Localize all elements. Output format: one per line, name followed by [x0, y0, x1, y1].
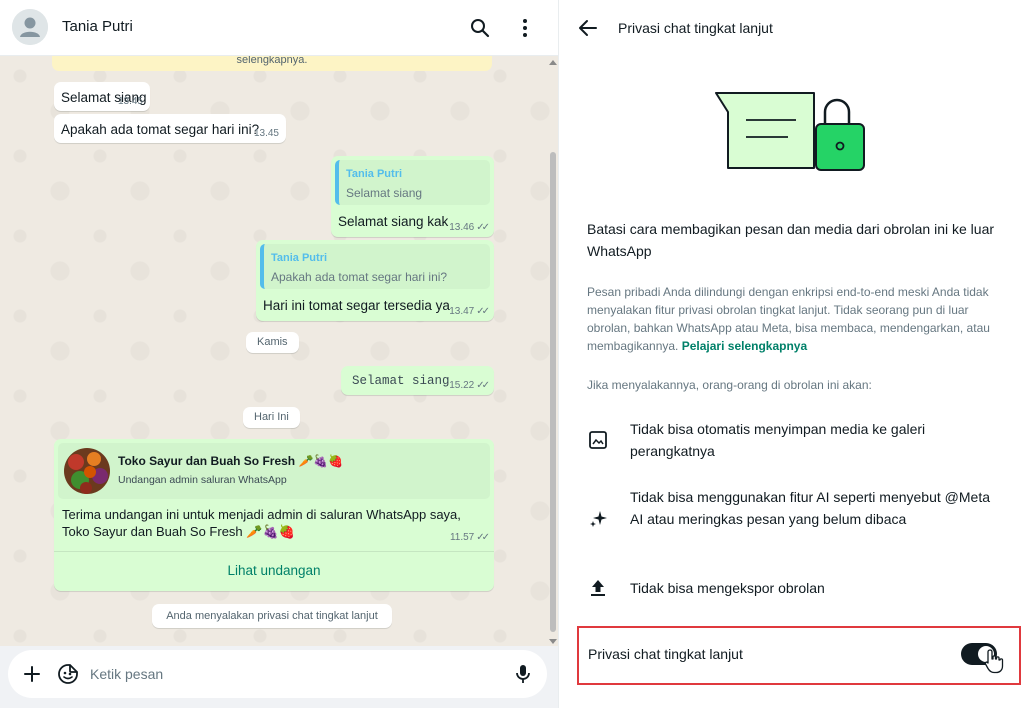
- scroll-down-arrow-icon[interactable]: [549, 639, 557, 644]
- message-meta: 15.22 ✓✓: [449, 380, 490, 391]
- message-meta: 11.57 ✓✓: [449, 532, 490, 543]
- quoted-message[interactable]: Tania Putri Selamat siang: [335, 160, 490, 205]
- search-button[interactable]: [467, 15, 493, 41]
- message-text: Selamat siang: [352, 374, 450, 388]
- message-meta: 13.47 ✓✓: [449, 306, 490, 317]
- learn-more-link[interactable]: Pelajari selengkapnya: [682, 339, 807, 353]
- advanced-privacy-toggle-row[interactable]: Privasi chat tingkat lanjut: [577, 626, 1021, 685]
- message-time: 15.22: [449, 380, 475, 391]
- incoming-message[interactable]: Selamat siang 13.45: [54, 82, 150, 111]
- composer-box: [8, 650, 547, 698]
- sticker-button[interactable]: [56, 662, 80, 686]
- privacy-system-message: Anda menyalakan privasi chat tingkat lan…: [152, 604, 392, 628]
- quoted-author: Tania Putri: [346, 168, 403, 180]
- invite-header[interactable]: Toko Sayur dan Buah So Fresh 🥕🍇🍓 Undanga…: [58, 443, 490, 499]
- quoted-message[interactable]: Tania Putri Apakah ada tomat segar hari …: [260, 244, 490, 289]
- channel-name: Toko Sayur dan Buah So Fresh 🥕🍇🍓: [118, 454, 344, 468]
- quoted-text: Selamat siang: [346, 186, 423, 200]
- message-text: Selamat siang kak: [338, 214, 449, 229]
- toggle-label: Privasi chat tingkat lanjut: [588, 646, 743, 662]
- encryption-notice[interactable]: selengkapnya.: [52, 56, 492, 71]
- restriction-item: Tidak bisa menggunakan fitur AI seperti …: [587, 486, 997, 552]
- invite-message: Terima undangan ini untuk menjadi admin …: [62, 507, 461, 539]
- channel-avatar: [64, 448, 110, 494]
- message-time: 13.46: [449, 222, 475, 233]
- message-time: 11.57: [449, 532, 475, 543]
- date-divider: Hari Ini: [243, 407, 300, 428]
- incoming-message[interactable]: Apakah ada tomat segar hari ini? 13.45: [54, 114, 286, 143]
- quoted-text: Apakah ada tomat segar hari ini?: [271, 270, 448, 284]
- back-arrow-icon: [579, 20, 597, 36]
- attach-button[interactable]: [20, 662, 44, 686]
- avatar[interactable]: [12, 9, 48, 45]
- restrictions-subheading: Jika menyalakannya, orang-orang di obrol…: [587, 378, 872, 392]
- chat-lock-illustration: [715, 92, 865, 171]
- restriction-item: Tidak bisa mengekspor obrolan: [587, 577, 997, 599]
- double-check-icon: ✓✓: [476, 380, 490, 391]
- message-meta: 13.46 ✓✓: [449, 222, 490, 233]
- panel-title: Privasi chat tingkat lanjut: [618, 20, 773, 36]
- outgoing-message[interactable]: Selamat siang 15.22 ✓✓: [341, 366, 494, 395]
- upload-icon: [591, 580, 605, 596]
- menu-button[interactable]: [512, 15, 538, 41]
- date-divider: Kamis: [246, 332, 299, 353]
- hand-cursor-icon: [984, 649, 1004, 674]
- panel-description: Pesan pribadi Anda dilindungi dengan enk…: [587, 283, 992, 355]
- contact-name[interactable]: Tania Putri: [62, 18, 133, 35]
- double-check-icon: ✓✓: [476, 222, 490, 233]
- outgoing-message[interactable]: Tania Putri Selamat siang Selamat siang …: [331, 156, 494, 237]
- default-avatar-icon: [12, 9, 48, 45]
- advanced-chat-privacy-panel: Privasi chat tingkat lanjut Batasi cara …: [559, 0, 1024, 708]
- chat-pane: Tania Putri selengkapnya. Selamat siang …: [0, 0, 559, 708]
- scroll-thumb[interactable]: [550, 152, 556, 632]
- channel-admin-invite[interactable]: Toko Sayur dan Buah So Fresh 🥕🍇🍓 Undanga…: [54, 439, 494, 591]
- microphone-icon: [516, 665, 530, 683]
- produce-photo-icon: [64, 448, 110, 494]
- message-list: selengkapnya. Selamat siang 13.45 Apakah…: [0, 56, 558, 646]
- sparkle-ai-icon: [590, 511, 607, 527]
- double-check-icon: ✓✓: [476, 532, 490, 543]
- chat-header: Tania Putri: [0, 0, 558, 56]
- plus-icon: [24, 666, 40, 682]
- message-time: 13.45: [117, 96, 143, 107]
- voice-message-button[interactable]: [511, 662, 535, 686]
- search-icon: [471, 19, 490, 38]
- restriction-text: Tidak bisa mengekspor obrolan: [630, 580, 825, 596]
- invite-type: Undangan admin saluran WhatsApp: [118, 474, 287, 486]
- chat-scrollbar[interactable]: [547, 56, 558, 646]
- view-invite-button[interactable]: Lihat undangan: [54, 552, 494, 590]
- message-time: 13.47: [449, 306, 475, 317]
- scroll-up-arrow-icon[interactable]: [549, 60, 557, 65]
- kebab-menu-icon: [523, 19, 527, 37]
- message-text: Hari ini tomat segar tersedia ya: [263, 298, 450, 313]
- composer: [0, 646, 558, 708]
- message-input[interactable]: [90, 658, 490, 690]
- message-text: Apakah ada tomat segar hari ini?: [61, 122, 260, 137]
- sticker-icon: [58, 664, 78, 684]
- message-time: 13.45: [253, 128, 279, 139]
- back-button[interactable]: [577, 17, 599, 39]
- restriction-text: Tidak bisa menggunakan fitur AI seperti …: [630, 489, 990, 527]
- restriction-text: Tidak bisa otomatis menyimpan media ke g…: [630, 421, 926, 459]
- double-check-icon: ✓✓: [476, 306, 490, 317]
- quoted-author: Tania Putri: [271, 252, 328, 264]
- image-icon: [589, 431, 607, 449]
- restriction-item: Tidak bisa otomatis menyimpan media ke g…: [587, 418, 997, 462]
- panel-lead-text: Batasi cara membagikan pesan dan media d…: [587, 221, 995, 259]
- outgoing-message[interactable]: Tania Putri Apakah ada tomat segar hari …: [256, 240, 494, 321]
